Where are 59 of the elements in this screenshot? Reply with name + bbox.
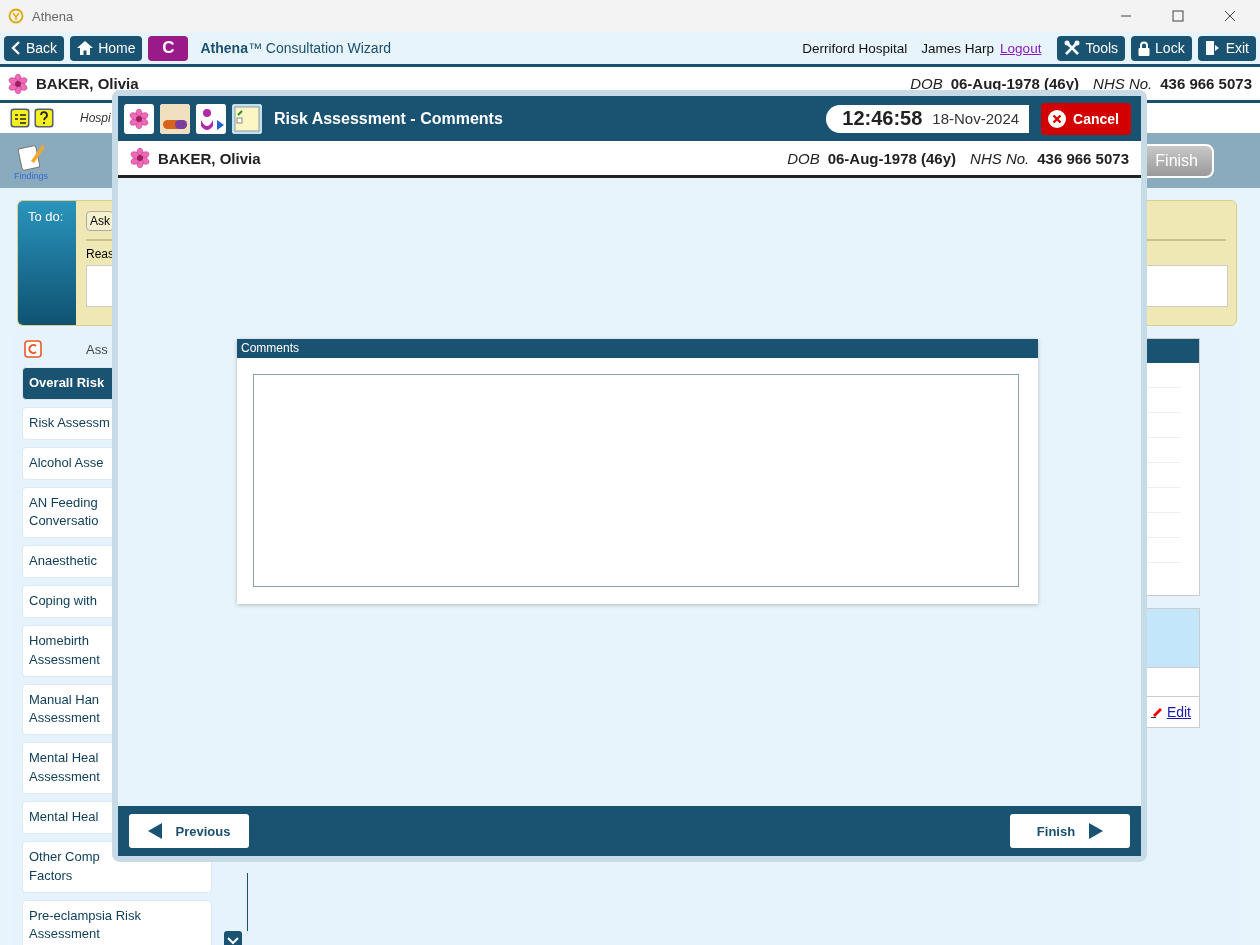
location-text: Derriford Hospital: [802, 40, 908, 56]
maximize-icon[interactable]: [1172, 10, 1184, 22]
dob-label: DOB: [787, 149, 820, 167]
tools-button[interactable]: Tools: [1057, 35, 1126, 61]
c-badge-icon[interactable]: [24, 340, 42, 358]
hospital-text: Hospi: [80, 111, 111, 125]
flower-icon: [8, 73, 28, 94]
flower-icon: [129, 108, 149, 129]
app-title: Athena™ Consultation Wizard: [200, 40, 392, 56]
scroll-down-icon[interactable]: [224, 931, 242, 945]
nhs-number: 436 966 5073: [1160, 75, 1252, 92]
edit-link[interactable]: Edit: [1166, 704, 1191, 720]
tools-icon: [1064, 40, 1081, 56]
back-button[interactable]: Back: [4, 35, 65, 61]
nhs-label: NHS No.: [970, 149, 1030, 167]
comments-header: Comments: [237, 339, 1038, 358]
notepad-icon[interactable]: [232, 103, 262, 134]
clock-date: 18-Nov-2024: [932, 110, 1020, 127]
triangle-left-icon: [147, 823, 162, 839]
triangle-right-icon: [1089, 823, 1104, 839]
exit-button[interactable]: Exit: [1197, 35, 1256, 61]
flower-icon-button[interactable]: [124, 103, 154, 134]
todo-label: To do:: [18, 201, 76, 325]
dob-value: 06-Aug-1978 (46y): [827, 149, 957, 167]
clock-time: 12:46:58: [842, 107, 923, 130]
previous-button[interactable]: Previous: [129, 814, 249, 848]
exit-icon: [1204, 40, 1221, 56]
chevron-left-icon: [11, 41, 21, 55]
help-icon[interactable]: [34, 108, 54, 128]
lock-icon: [1138, 40, 1151, 56]
findings-label: Findings: [14, 170, 49, 181]
home-icon: [77, 41, 94, 55]
nhs-label: NHS No.: [1093, 75, 1153, 92]
assessments-heading: Ass: [86, 341, 108, 357]
user-name: James Harp: [921, 40, 995, 56]
close-icon[interactable]: [1224, 10, 1236, 22]
capsule-icon[interactable]: [160, 103, 190, 134]
pencil-icon[interactable]: [1150, 706, 1163, 718]
cancel-button[interactable]: Cancel: [1041, 102, 1131, 135]
lock-button[interactable]: Lock: [1131, 35, 1192, 61]
assessment-item[interactable]: Pre-eclampsia Risk Assessment: [22, 899, 212, 945]
close-circle-icon: [1047, 108, 1068, 129]
todo-chip[interactable]: Ask: [86, 211, 114, 231]
window-title: Athena: [32, 8, 74, 24]
module-badge[interactable]: C: [148, 35, 189, 61]
flower-icon: [130, 148, 150, 168]
nhs-number: 436 966 5073: [1037, 149, 1129, 167]
dialog-title: Risk Assessment - Comments: [274, 109, 503, 128]
home-button[interactable]: Home: [70, 35, 143, 61]
logout-link[interactable]: Logout: [1000, 40, 1042, 56]
help-list-icon[interactable]: [10, 108, 30, 128]
reason-label: Reas: [86, 247, 114, 261]
patient-name: BAKER, Olivia: [36, 75, 139, 92]
comments-field[interactable]: [253, 374, 1019, 587]
person-arrow-icon[interactable]: [196, 103, 226, 134]
patient-name: BAKER, Olivia: [158, 149, 261, 167]
dob-label: DOB: [910, 75, 943, 92]
app-logo-icon: [8, 8, 24, 24]
finish-button[interactable]: Finish: [1010, 814, 1130, 848]
